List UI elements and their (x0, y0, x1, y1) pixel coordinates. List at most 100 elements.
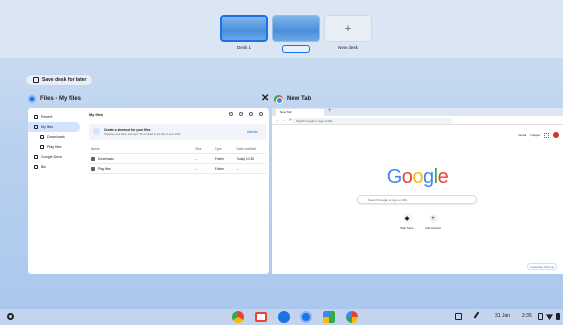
clock-icon (34, 115, 38, 119)
avatar[interactable] (553, 132, 559, 138)
logo-letter: G (386, 166, 403, 188)
messages-shelf-icon[interactable] (300, 311, 312, 323)
images-link[interactable]: Images (530, 133, 540, 137)
breadcrumb[interactable]: My files (89, 113, 103, 117)
sidebar-item-downloads[interactable]: Downloads (28, 132, 84, 142)
files-main: My files Create a shortcut for your file… (86, 108, 269, 274)
sidebar-item-label: Downloads (47, 135, 65, 139)
files-window[interactable]: Recent My files Downloads Play files Goo… (28, 108, 269, 274)
sidebar-item-google-drive[interactable]: Google Drive (28, 152, 84, 162)
sidebar-item-play-files[interactable]: Play files (28, 142, 84, 152)
desk-bar: Desk 1 + New desk (0, 0, 563, 58)
desk-1[interactable]: Desk 1 (220, 15, 268, 50)
play-icon (91, 166, 95, 171)
photos-shelf-icon[interactable] (346, 311, 358, 323)
sidebar-item-label: Recent (41, 115, 53, 119)
shortcut-icon (93, 128, 100, 135)
webstore-icon: ◆ (402, 214, 412, 223)
sidebar-item-label: Play files (47, 145, 62, 149)
chrome-window[interactable]: New Tab + ← → ⟳ Search Google or type a … (272, 108, 563, 274)
files-sidebar: Recent My files Downloads Play files Goo… (28, 108, 84, 274)
new-tab-icon[interactable]: + (328, 108, 332, 114)
chrome-window-title: New Tab (287, 96, 312, 102)
sidebar-item-my-files[interactable]: My files (28, 122, 80, 132)
shortcut-banner: Create a shortcut for your files Organis… (89, 124, 266, 140)
table-row[interactable]: Downloads -- Folder Today 10:38 (89, 154, 266, 164)
file-size: -- (195, 166, 198, 171)
address-bar[interactable]: Search Google or type a URL (292, 117, 452, 124)
file-name: Downloads (98, 156, 114, 161)
download-icon (91, 156, 95, 161)
column-date[interactable]: Date modified (237, 147, 267, 151)
sidebar-item-recent[interactable]: Recent (28, 112, 84, 122)
holding-space-icon[interactable] (455, 313, 462, 320)
column-type[interactable]: Type (215, 147, 237, 151)
column-size[interactable]: Size (195, 147, 215, 151)
close-icon[interactable]: ✕ (261, 93, 269, 104)
ntp-top-links: Gmail Images (518, 132, 559, 138)
shortcut-label: Web Store (400, 226, 414, 230)
files-window-header[interactable]: Files - My files (28, 92, 81, 106)
sidebar-item-label: Bin (41, 165, 47, 169)
file-name: Play files (98, 166, 111, 171)
grid-view-icon[interactable] (239, 112, 243, 116)
shortcut-add[interactable]: + Add shortcut (418, 214, 448, 230)
file-type: Folder (214, 156, 224, 161)
sort-icon[interactable] (249, 112, 253, 116)
apps-grid-icon[interactable] (544, 132, 549, 138)
more-icon[interactable] (259, 112, 263, 116)
chrome-window-header[interactable]: New Tab (274, 92, 311, 106)
meet-shelf-icon[interactable] (323, 311, 335, 323)
back-forward-reload-icons[interactable]: ← → ⟳ (276, 118, 293, 122)
gmail-link[interactable]: Gmail (518, 133, 526, 137)
files-app-icon (28, 95, 36, 103)
save-desk-icon (33, 77, 39, 83)
desk-1-thumbnail[interactable] (220, 15, 268, 42)
logo-letter: g (423, 166, 434, 188)
desk-2[interactable] (272, 15, 320, 53)
desk-2-thumbnail[interactable] (272, 15, 320, 42)
new-desk-button[interactable]: + (324, 15, 372, 42)
chrome-app-icon (274, 94, 283, 104)
file-list-header: Name Size Type Date modified (89, 144, 266, 154)
gmail-shelf-icon[interactable] (255, 312, 267, 322)
chrome-shelf-icon[interactable] (232, 311, 244, 323)
save-desk-button[interactable]: Save desk for later (25, 74, 93, 86)
column-name[interactable]: Name (89, 147, 195, 151)
search-icon[interactable] (229, 112, 233, 116)
download-icon (40, 135, 44, 139)
file-list: Name Size Type Date modified Downloads -… (89, 144, 266, 174)
logo-letter: o (401, 166, 413, 188)
launcher-icon[interactable] (7, 313, 14, 320)
sidebar-item-label: My files (41, 125, 54, 129)
files-toolbar: My files (86, 108, 269, 122)
files-shelf-icon[interactable] (278, 311, 290, 323)
desk-2-name-field[interactable] (282, 45, 310, 53)
time-label[interactable]: 2:35 (522, 313, 532, 319)
table-row[interactable]: Play files -- Folder -- (89, 164, 266, 174)
stylus-icon[interactable] (473, 311, 484, 322)
plus-icon: + (428, 214, 438, 223)
drive-icon (34, 155, 38, 159)
file-date: Today 10:38 (236, 156, 254, 161)
sidebar-item-bin[interactable]: Bin (28, 162, 84, 172)
search-input[interactable]: Search Google or type a URL (357, 195, 477, 204)
file-type: Folder (214, 166, 224, 171)
dismiss-button[interactable]: Dismiss (247, 130, 258, 134)
file-size: -- (195, 156, 198, 161)
logo-letter: e (437, 166, 449, 188)
sidebar-item-label: Google Drive (41, 155, 62, 159)
customize-chrome-button[interactable]: Customise Chrome (527, 263, 557, 270)
wifi-icon[interactable] (546, 314, 553, 320)
tab-new-tab[interactable]: New Tab (276, 109, 324, 116)
battery-icon[interactable] (556, 313, 560, 320)
save-desk-label: Save desk for later (42, 77, 87, 83)
notification-icon[interactable] (538, 313, 543, 320)
files-window-title: Files - My files (40, 96, 82, 102)
logo-letter: o (412, 166, 424, 188)
shelf: 31 Jan 2:35 (0, 309, 563, 325)
date-label[interactable]: 31 Jan (495, 313, 510, 319)
google-logo: Google (272, 166, 563, 189)
new-desk[interactable]: + New desk (324, 15, 372, 50)
plus-icon: + (344, 22, 352, 35)
